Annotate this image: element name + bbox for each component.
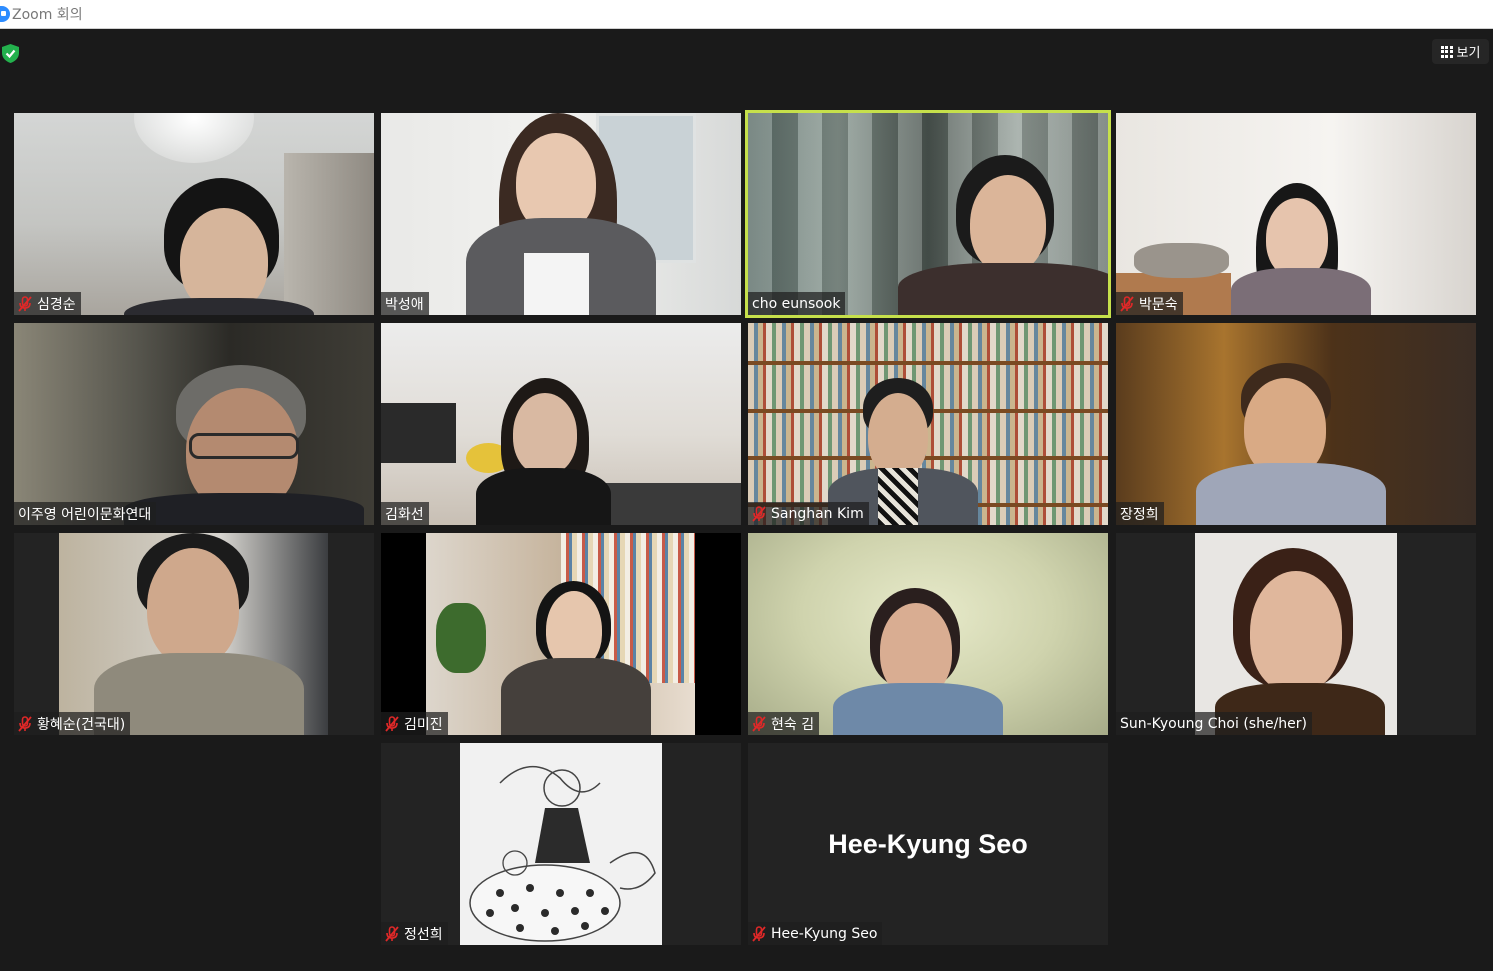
- window-title: Zoom 회의: [12, 7, 83, 23]
- participant-name: 장정희: [1120, 506, 1159, 523]
- participant-video: [426, 533, 695, 735]
- participant-video: [460, 743, 662, 945]
- participant-tile[interactable]: 박성애: [381, 113, 741, 315]
- participant-name-tag: 황혜순(건국대): [14, 712, 131, 735]
- participant-name-tag: 박문숙: [1116, 292, 1183, 315]
- mic-muted-icon: [385, 715, 399, 732]
- participant-video: [14, 113, 374, 315]
- grid-view-icon: [1440, 45, 1453, 58]
- participant-tile[interactable]: 장정희: [1116, 323, 1476, 525]
- zoom-app-icon: [0, 6, 10, 22]
- participant-name-tag: cho eunsook: [748, 292, 846, 315]
- participant-tile[interactable]: 김화선: [381, 323, 741, 525]
- participant-name-tag: 김화선: [381, 502, 429, 525]
- participant-video: [14, 323, 374, 525]
- participant-video: [748, 533, 1108, 735]
- participant-name: 김화선: [385, 506, 424, 523]
- participant-tile[interactable]: 정선희: [381, 743, 741, 945]
- participant-name: cho eunsook: [752, 295, 841, 312]
- participant-name: 박성애: [385, 296, 424, 313]
- participant-name: 김미진: [404, 716, 443, 733]
- participant-video: [381, 113, 741, 315]
- participant-name-tag: Hee-Kyung Seo: [748, 922, 883, 945]
- security-shield-icon[interactable]: [2, 44, 19, 63]
- participant-video: [1116, 323, 1476, 525]
- participant-name: 현숙 김: [771, 716, 815, 733]
- participant-video: [748, 323, 1108, 525]
- participant-tile[interactable]: 심경순: [14, 113, 374, 315]
- participant-video: [59, 533, 328, 735]
- mic-muted-icon: [752, 925, 766, 942]
- participant-name-tag: 박성애: [381, 292, 429, 315]
- participant-tile[interactable]: 현숙 김: [748, 533, 1108, 735]
- mic-muted-icon: [385, 925, 399, 942]
- participant-display-name: Hee-Kyung Seo: [828, 829, 1028, 859]
- participant-tile[interactable]: 이주영 어린이문화연대: [14, 323, 374, 525]
- participant-tile-video-off[interactable]: Hee-Kyung Seo Hee-Kyung Seo: [748, 743, 1108, 945]
- view-button[interactable]: 보기: [1432, 39, 1489, 64]
- participant-name: Sanghan Kim: [771, 505, 864, 522]
- participant-name-tag: Sanghan Kim: [748, 502, 869, 525]
- participant-name: 황혜순(건국대): [37, 716, 126, 733]
- mic-muted-icon: [752, 505, 766, 522]
- participant-name-tag: 장정희: [1116, 502, 1164, 525]
- participant-name: 이주영 어린이문화연대: [18, 506, 152, 523]
- participant-name: 정선희: [404, 926, 443, 943]
- participant-video: [1195, 533, 1397, 735]
- participant-video: [381, 323, 741, 525]
- participant-video: [748, 113, 1108, 315]
- participant-tile[interactable]: 김미진: [381, 533, 741, 735]
- window-titlebar: Zoom 회의: [0, 0, 1493, 29]
- participant-tile[interactable]: 박문숙: [1116, 113, 1476, 315]
- participant-name-tag: 이주영 어린이문화연대: [14, 502, 157, 525]
- participant-name-tag: 김미진: [381, 712, 448, 735]
- participant-name-tag: 정선희: [381, 922, 448, 945]
- participant-name: 심경순: [37, 296, 76, 313]
- participant-tile[interactable]: Sanghan Kim: [748, 323, 1108, 525]
- participant-name: Sun-Kyoung Choi (she/her): [1120, 715, 1307, 732]
- participant-tile[interactable]: 황혜순(건국대): [14, 533, 374, 735]
- participant-name: 박문숙: [1139, 296, 1178, 313]
- participant-video: [1116, 113, 1476, 315]
- mic-muted-icon: [18, 715, 32, 732]
- mic-muted-icon: [752, 715, 766, 732]
- participant-name-tag: 현숙 김: [748, 712, 820, 735]
- view-button-label: 보기: [1456, 46, 1481, 61]
- mic-muted-icon: [1120, 295, 1134, 312]
- mic-muted-icon: [18, 295, 32, 312]
- participant-tile-active-speaker[interactable]: cho eunsook: [745, 110, 1111, 318]
- participant-name-tag: 심경순: [14, 292, 81, 315]
- participant-name: Hee-Kyung Seo: [771, 925, 878, 942]
- illustration-image: [469, 765, 656, 942]
- participant-name-tag: Sun-Kyoung Choi (she/her): [1116, 712, 1312, 735]
- participant-tile[interactable]: Sun-Kyoung Choi (she/her): [1116, 533, 1476, 735]
